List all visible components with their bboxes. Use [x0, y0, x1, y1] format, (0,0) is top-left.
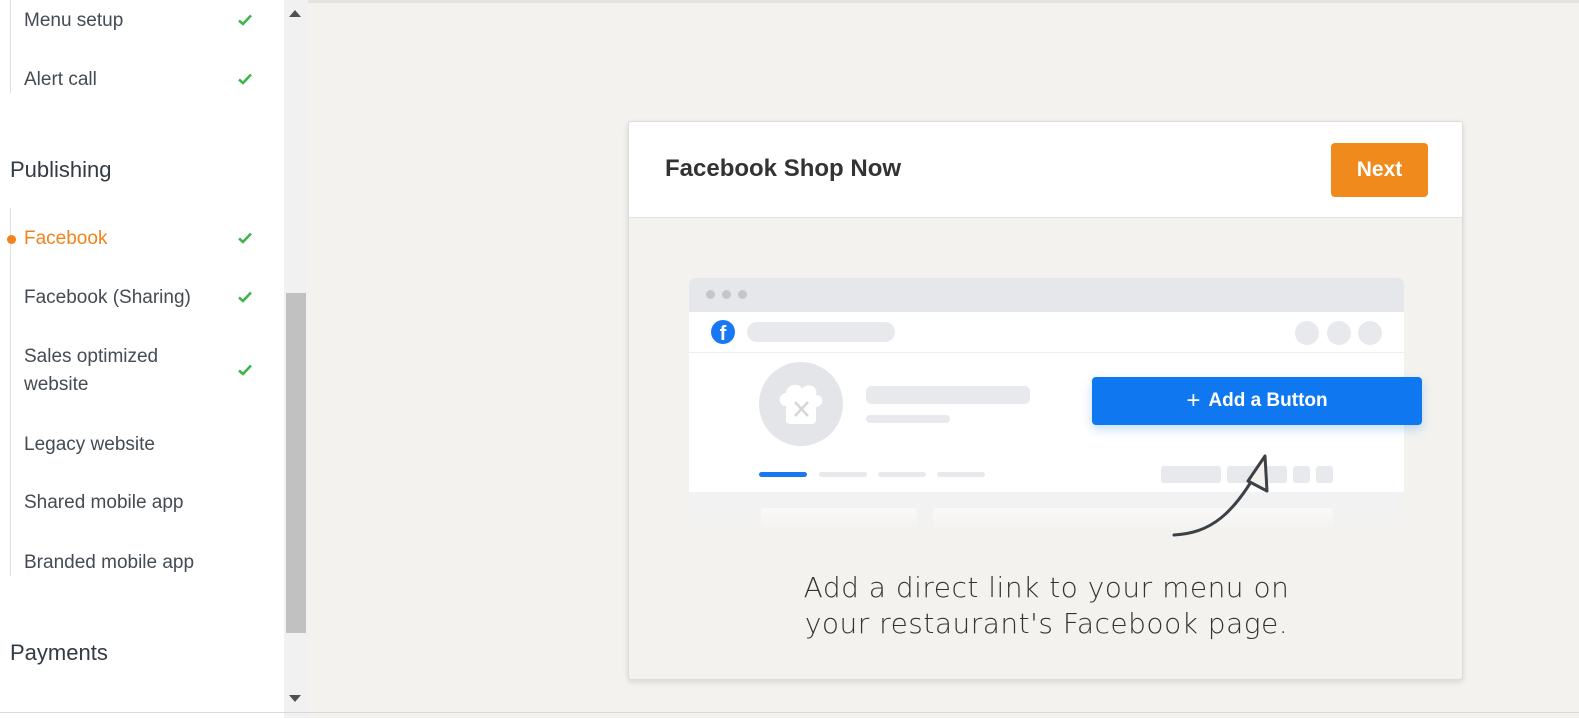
sidebar-item-shared-mobile-app[interactable]: Shared mobile app — [24, 489, 249, 517]
scrollbar-thumb[interactable] — [286, 293, 306, 633]
sidebar-item-label: Alert call — [24, 69, 97, 90]
facebook-logo-icon: f — [711, 320, 735, 344]
window-dot-icon — [738, 290, 747, 299]
check-icon — [238, 14, 252, 26]
nav-group-setup — [10, 0, 11, 93]
section-title-payments: Payments — [10, 640, 108, 665]
add-a-button-button[interactable]: + Add a Button — [1092, 377, 1422, 425]
nav-circle-icon — [1358, 321, 1382, 345]
check-icon — [238, 364, 252, 376]
page-subtitle-placeholder — [866, 415, 950, 423]
action-placeholder — [1293, 466, 1310, 483]
browser-title-bar — [689, 278, 1404, 312]
tagline-text: Add a direct link to your menu on your r… — [629, 570, 1462, 642]
search-placeholder — [747, 322, 895, 342]
tagline-line-2: your restaurant's Facebook page. — [804, 607, 1289, 640]
sidebar-item-menu-setup[interactable]: Menu setup — [24, 7, 249, 35]
check-icon — [238, 73, 252, 85]
facebook-shop-now-card: Facebook Shop Now Next f + Add a Button … — [628, 121, 1463, 680]
action-placeholder — [1316, 466, 1333, 483]
sidebar-item-label: Shared mobile app — [24, 492, 184, 513]
sidebar-item-label: Menu setup — [24, 10, 124, 31]
sidebar-item-branded-mobile-app[interactable]: Branded mobile app — [24, 549, 249, 577]
sidebar-item-alert-call[interactable]: Alert call — [24, 66, 249, 94]
sidebar: Menu setup Alert call Publishing Faceboo… — [0, 0, 284, 718]
tagline-line-1: Add a direct link to your menu on — [803, 571, 1290, 604]
window-dot-icon — [706, 290, 715, 299]
curved-arrow-icon — [1172, 454, 1269, 537]
sidebar-item-facebook[interactable]: Facebook — [24, 225, 249, 253]
sidebar-item-legacy-website[interactable]: Legacy website — [24, 431, 249, 459]
card-header: Facebook Shop Now Next — [629, 122, 1462, 218]
top-divider — [308, 0, 1579, 3]
section-title-publishing: Publishing — [10, 157, 112, 182]
bottom-divider — [0, 712, 1579, 713]
add-button-label: Add a Button — [1208, 390, 1328, 411]
sidebar-item-label: Facebook — [24, 228, 108, 249]
nav-circle-icon — [1295, 321, 1319, 345]
sidebar-scrollbar[interactable] — [284, 0, 308, 718]
check-icon — [238, 291, 252, 303]
fade-overlay — [689, 490, 1404, 528]
check-icon — [238, 232, 252, 244]
sidebar-item-label: Branded mobile app — [24, 552, 195, 573]
divider — [689, 352, 1404, 353]
sidebar-item-label: Legacy website — [24, 434, 155, 455]
sidebar-item-facebook-sharing[interactable]: Facebook (Sharing) — [24, 284, 249, 312]
plus-icon: + — [1186, 387, 1201, 414]
scroll-down-arrow-icon[interactable] — [289, 695, 301, 702]
tab-placeholder — [878, 472, 926, 477]
tab-placeholder — [819, 472, 867, 477]
active-tab-indicator — [759, 472, 807, 477]
window-dot-icon — [722, 290, 731, 299]
nav-circle-icon — [1327, 321, 1351, 345]
sidebar-item-sales-optimized-website[interactable]: Sales optimized website — [24, 343, 214, 399]
scroll-up-arrow-icon[interactable] — [289, 10, 301, 17]
next-button[interactable]: Next — [1331, 143, 1428, 197]
sidebar-item-label: Sales optimized website — [24, 346, 159, 395]
card-title: Facebook Shop Now — [665, 155, 902, 182]
page-name-placeholder — [866, 386, 1030, 404]
sidebar-item-label: Facebook (Sharing) — [24, 287, 191, 308]
nav-group-publishing — [10, 208, 11, 576]
chef-hat-icon — [759, 362, 843, 446]
tab-placeholder — [937, 472, 985, 477]
active-indicator — [7, 235, 16, 244]
